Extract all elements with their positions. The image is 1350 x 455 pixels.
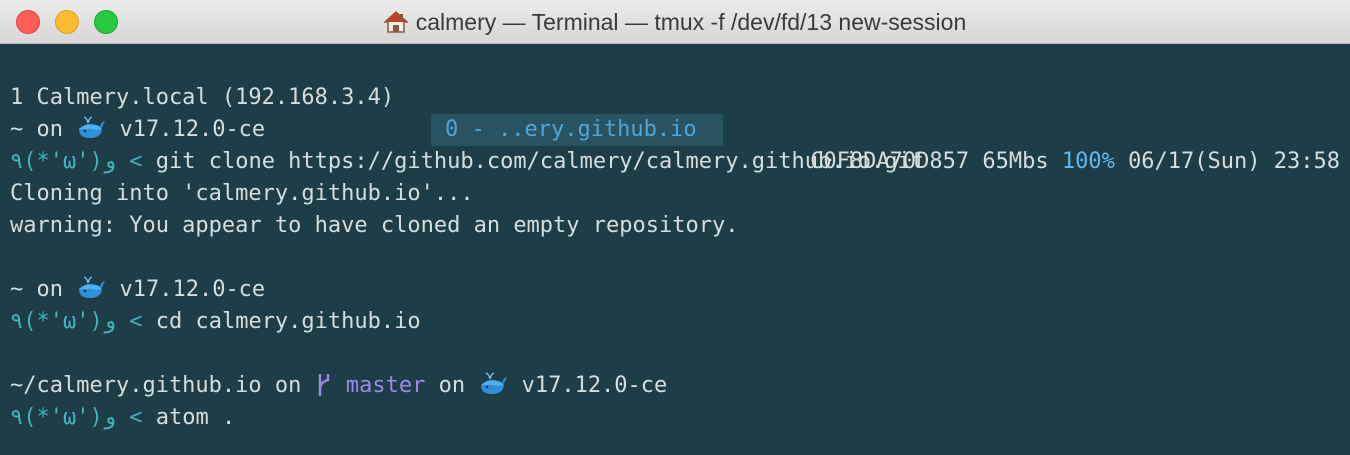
- whale-icon: [76, 276, 106, 300]
- window-title: calmery — Terminal — tmux -f /dev/fd/13 …: [0, 0, 1350, 44]
- git-branch-icon: [315, 373, 333, 398]
- house-icon: [382, 3, 409, 47]
- terminal-content[interactable]: 1 Calmery.local (192.168.3.4) 0 - ..ery.…: [0, 44, 1350, 455]
- prompt-dir: ~ on: [10, 277, 77, 302]
- title-bar[interactable]: calmery — Terminal — tmux -f /dev/fd/13 …: [0, 0, 1350, 44]
- docker-version: v17.12.0-ce: [106, 117, 266, 142]
- prompt-face: ٩(*'ω')و: [10, 405, 116, 430]
- prompt-on: on: [425, 373, 479, 398]
- prompt-context-line: ~ on v17.12.0-ce: [10, 274, 265, 306]
- docker-version: v17.12.0-ce: [508, 373, 668, 398]
- status-date: 06/17(Sun): [1128, 149, 1261, 174]
- status-speed: 65Mbs: [982, 149, 1049, 174]
- command-text: cd calmery.github.io: [142, 309, 421, 334]
- command-text: git clone https://github.com/calmery/cal…: [142, 149, 924, 174]
- prompt-arrow: <: [129, 405, 143, 430]
- prompt-context-line: ~ on v17.12.0-ce: [10, 114, 265, 146]
- prompt-arrow: <: [129, 309, 143, 334]
- prompt-face: ٩(*'ω')و: [10, 309, 116, 334]
- status-battery: 100%: [1061, 149, 1115, 174]
- whale-icon: [478, 372, 508, 396]
- tmux-status-bar: 1 Calmery.local (192.168.3.4) 0 - ..ery.…: [0, 50, 1350, 174]
- prompt-dir: ~/calmery.github.io on: [10, 373, 315, 398]
- prompt-arrow: <: [129, 149, 143, 174]
- prompt-context-line: ~/calmery.github.io on master on v17.12.…: [10, 370, 667, 402]
- command-text: atom .: [142, 405, 236, 430]
- terminal-window: calmery — Terminal — tmux -f /dev/fd/13 …: [0, 0, 1350, 455]
- status-time: 23:58: [1273, 149, 1340, 174]
- prompt-face: ٩(*'ω')و: [10, 149, 116, 174]
- whale-icon: [76, 116, 106, 140]
- output-line: warning: You appear to have cloned an em…: [10, 213, 739, 238]
- command-line: ٩(*'ω')و < cd calmery.github.io: [10, 306, 421, 338]
- command-line: ٩(*'ω')و < git clone https://github.com/…: [10, 146, 924, 178]
- docker-version: v17.12.0-ce: [106, 277, 266, 302]
- status-session-info: 1 Calmery.local (192.168.3.4): [10, 85, 395, 110]
- status-window-tab[interactable]: 0 - ..ery.github.io: [431, 114, 723, 146]
- window-title-text: calmery — Terminal — tmux -f /dev/fd/13 …: [415, 9, 967, 35]
- command-line: ٩(*'ω')و < atom .: [10, 402, 235, 434]
- prompt-dir: ~ on: [10, 117, 77, 142]
- output-line: Cloning into 'calmery.github.io'...: [10, 181, 474, 206]
- git-branch-name: master: [332, 373, 426, 398]
